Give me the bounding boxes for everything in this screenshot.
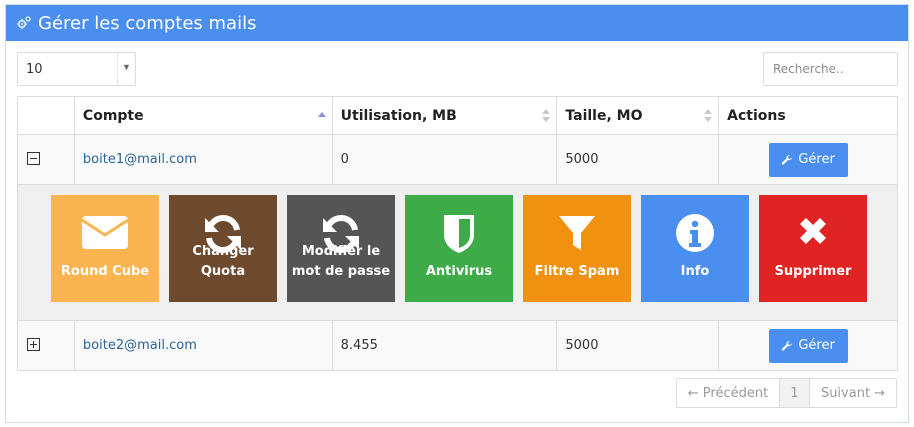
action-tiles: Round Cube Changer Quota Modifier le mot… (18, 186, 897, 320)
usage-cell: 0 (331, 134, 558, 185)
table-row: boite2@mail.com 8.455 5000 Gérer (17, 320, 898, 371)
search-input[interactable] (763, 52, 898, 86)
close-icon (800, 217, 826, 244)
tile-delete[interactable]: Supprimer (759, 194, 867, 302)
tile-label: Round Cube (60, 263, 150, 279)
actions-cell: Gérer (718, 320, 898, 371)
wrench-icon (781, 340, 793, 351)
account-cell: boite2@mail.com (73, 320, 333, 371)
detail-cell: Round Cube Changer Quota Modifier le mot… (17, 184, 898, 321)
tile-round-cube[interactable]: Round Cube (51, 194, 159, 302)
shield-icon (444, 214, 474, 253)
column-header-expand (17, 96, 75, 135)
column-header-label: Compte (82, 107, 144, 124)
manage-button[interactable]: Gérer (768, 328, 848, 363)
manage-button-label: Gérer (798, 152, 835, 167)
sort-asc-icon (317, 109, 326, 123)
gears-icon (16, 15, 32, 31)
table-header-row: Compte Utilisation, MB Taille, MO Action… (17, 96, 898, 135)
filter-icon (559, 215, 595, 250)
column-header-actions: Actions (718, 96, 898, 135)
tile-label: Changer Quota (192, 243, 254, 279)
usage-cell: 8.455 (331, 320, 558, 371)
column-header-size[interactable]: Taille, MO (556, 96, 720, 135)
collapse-toggle-icon[interactable] (27, 152, 40, 165)
tile-info[interactable]: Info (641, 194, 749, 302)
caret-down-icon: ▼ (122, 62, 131, 72)
accounts-table: Compte Utilisation, MB Taille, MO Action… (17, 96, 898, 371)
next-page-button[interactable]: Suivant → (810, 379, 896, 407)
page-number-button[interactable]: 1 (780, 379, 810, 407)
panel-header: Gérer les comptes mails (6, 5, 908, 41)
detail-row: Round Cube Changer Quota Modifier le mot… (17, 184, 898, 321)
size-cell: 5000 (556, 134, 720, 185)
page-title: Gérer les comptes mails (38, 12, 257, 34)
page-length-value: 10 (26, 62, 43, 77)
manage-button-label: Gérer (798, 338, 835, 353)
tile-label: Info (680, 263, 710, 279)
table-row: boite1@mail.com 0 5000 Gérer (17, 134, 898, 185)
select-divider (117, 53, 118, 85)
column-header-account[interactable]: Compte (73, 96, 333, 135)
expand-toggle-icon[interactable] (27, 338, 40, 351)
mail-accounts-panel: Gérer les comptes mails 10 ▼ Compte Util… (5, 4, 909, 423)
column-header-label: Utilisation, MB (340, 107, 457, 124)
tile-change-quota[interactable]: Changer Quota (169, 194, 277, 302)
sort-icon (542, 109, 551, 123)
column-header-usage[interactable]: Utilisation, MB (331, 96, 558, 135)
sort-icon (704, 109, 713, 123)
expand-cell (17, 320, 75, 371)
tile-label: Filtre Spam (534, 263, 620, 279)
manage-button[interactable]: Gérer (768, 142, 848, 177)
previous-page-button[interactable]: ← Précédent (677, 379, 780, 407)
tile-spam-filter[interactable]: Filtre Spam (523, 194, 631, 302)
tile-label: Supprimer (774, 263, 852, 279)
tile-label: Modifier le mot de passe (291, 243, 391, 279)
account-cell: boite1@mail.com (73, 134, 333, 185)
expand-cell (17, 134, 75, 185)
page-length-select[interactable]: 10 ▼ (17, 52, 136, 86)
envelope-icon (81, 215, 129, 249)
actions-cell: Gérer (718, 134, 898, 185)
info-icon (676, 213, 714, 252)
size-cell: 5000 (556, 320, 720, 371)
tile-change-password[interactable]: Modifier le mot de passe (287, 194, 395, 302)
tile-antivirus[interactable]: Antivirus (405, 194, 513, 302)
wrench-icon (781, 154, 793, 165)
pagination: ← Précédent 1 Suivant → (676, 378, 897, 408)
column-header-label: Taille, MO (565, 107, 643, 124)
tile-label: Antivirus (425, 263, 493, 279)
